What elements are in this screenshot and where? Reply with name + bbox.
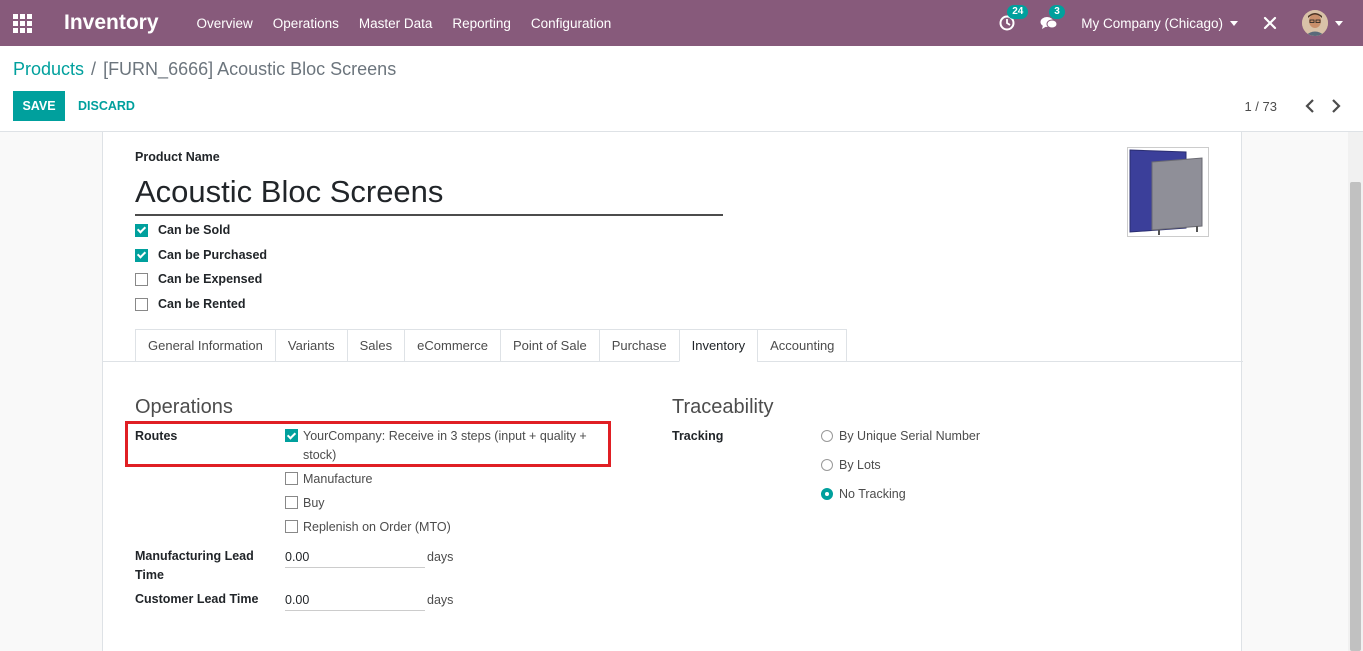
debug-tools-button[interactable] — [1260, 13, 1280, 33]
pager-previous-button[interactable] — [1303, 98, 1317, 114]
tracking-label: Tracking — [672, 429, 724, 443]
menu-overview[interactable]: Overview — [197, 16, 253, 31]
tracking-serial-radio[interactable] — [821, 430, 833, 442]
app-brand[interactable]: Inventory — [64, 11, 159, 35]
tab-sales[interactable]: Sales — [346, 329, 405, 362]
tracking-serial-label[interactable]: By Unique Serial Number — [839, 429, 980, 443]
route-manufacture-checkbox[interactable] — [285, 472, 298, 485]
chevron-left-icon — [1305, 99, 1314, 113]
main-menu: Overview Operations Master Data Reportin… — [197, 16, 632, 31]
tab-general-information[interactable]: General Information — [135, 329, 275, 362]
tab-point-of-sale[interactable]: Point of Sale — [499, 329, 599, 362]
operations-title: Operations — [135, 396, 233, 418]
company-name: My Company (Chicago) — [1081, 15, 1223, 31]
manufacturing-lead-time-unit: days — [427, 550, 454, 564]
company-switcher[interactable]: My Company (Chicago) — [1081, 16, 1238, 31]
can-be-sold-checkbox[interactable] — [135, 223, 148, 237]
chevron-right-icon — [1332, 99, 1341, 113]
route-buy-checkbox[interactable] — [285, 496, 298, 509]
manufacturing-lead-time-label: Manufacturing Lead Time — [135, 549, 254, 582]
menu-configuration[interactable]: Configuration — [531, 16, 611, 31]
notebook-tabs: General Information Variants Sales eComm… — [135, 329, 848, 362]
menu-operations[interactable]: Operations — [273, 16, 339, 31]
save-button[interactable]: SAVE — [13, 91, 65, 121]
vertical-scrollbar[interactable] — [1348, 132, 1363, 651]
pager-next-button[interactable] — [1329, 98, 1343, 114]
route-mto-label[interactable]: Replenish on Order (MTO) — [303, 518, 451, 537]
can-be-expensed-label[interactable]: Can be Expensed — [158, 272, 262, 286]
breadcrumb-current: [FURN_6666] Acoustic Bloc Screens — [103, 59, 397, 79]
can-be-purchased-label[interactable]: Can be Purchased — [158, 248, 267, 262]
avatar — [1302, 10, 1328, 36]
customer-lead-time-label: Customer Lead Time — [135, 592, 259, 606]
can-be-rented-label[interactable]: Can be Rented — [158, 297, 246, 311]
menu-reporting[interactable]: Reporting — [452, 16, 511, 31]
route-manufacture-label[interactable]: Manufacture — [303, 470, 372, 489]
can-be-sold-label[interactable]: Can be Sold — [158, 223, 230, 237]
route-buy-label[interactable]: Buy — [303, 494, 325, 513]
can-be-purchased-checkbox[interactable] — [135, 248, 148, 262]
route-receive-3-steps: YourCompany: Receive in 3 steps (input +… — [285, 427, 587, 465]
tracking-lots-option[interactable]: By Lots — [821, 458, 881, 472]
product-image[interactable] — [1127, 147, 1209, 237]
tools-icon — [1263, 16, 1277, 30]
user-menu[interactable] — [1302, 10, 1343, 36]
messages-button[interactable]: 3 — [1039, 5, 1065, 33]
scrollbar-thumb[interactable] — [1350, 182, 1361, 651]
product-name-label: Product Name — [135, 150, 220, 164]
discard-button[interactable]: DISCARD — [70, 91, 143, 121]
traceability-title: Traceability — [672, 396, 774, 418]
tracking-lots-label[interactable]: By Lots — [839, 458, 881, 472]
route-receive-3-steps-checkbox[interactable] — [285, 429, 298, 442]
control-panel: Products / [FURN_6666] Acoustic Bloc Scree… — [0, 46, 1363, 132]
can-be-purchased-row: Can be Purchased — [135, 248, 267, 262]
route-buy: Buy — [285, 494, 325, 513]
tab-variants[interactable]: Variants — [274, 329, 347, 362]
breadcrumb-products[interactable]: Products — [13, 59, 84, 79]
messages-badge: 3 — [1049, 5, 1065, 19]
form-sheet: Product Name Can be Sold Can be Purchase… — [102, 132, 1243, 651]
activity-button[interactable]: 24 — [997, 5, 1029, 33]
tracking-none-radio[interactable] — [821, 488, 833, 500]
product-name-input[interactable] — [135, 170, 723, 216]
breadcrumb: Products / [FURN_6666] Acoustic Bloc Scree… — [13, 59, 397, 79]
form-view: Product Name Can be Sold Can be Purchase… — [0, 132, 1348, 651]
tracking-serial-option[interactable]: By Unique Serial Number — [821, 429, 980, 443]
tab-inventory[interactable]: Inventory — [678, 329, 758, 362]
menu-master-data[interactable]: Master Data — [359, 16, 433, 31]
pager: 1 / 73 — [1244, 98, 1343, 114]
caret-down-icon — [1230, 20, 1238, 26]
can-be-sold-row: Can be Sold — [135, 223, 230, 237]
route-mto-checkbox[interactable] — [285, 520, 298, 533]
customer-lead-time-input[interactable] — [285, 589, 425, 611]
can-be-rented-checkbox[interactable] — [135, 297, 148, 311]
customer-lead-time-unit: days — [427, 593, 454, 607]
tab-ecommerce[interactable]: eCommerce — [404, 329, 500, 362]
pager-value[interactable]: 1 / 73 — [1244, 99, 1277, 114]
top-navbar: Inventory Overview Operations Master Dat… — [0, 0, 1363, 46]
can-be-expensed-row: Can be Expensed — [135, 272, 262, 286]
tracking-none-label[interactable]: No Tracking — [839, 487, 906, 501]
route-mto: Replenish on Order (MTO) — [285, 518, 451, 537]
manufacturing-lead-time-input[interactable] — [285, 546, 425, 568]
can-be-rented-row: Can be Rented — [135, 297, 246, 311]
caret-down-icon — [1335, 20, 1343, 26]
tracking-lots-radio[interactable] — [821, 459, 833, 471]
route-manufacture: Manufacture — [285, 470, 372, 489]
tab-accounting[interactable]: Accounting — [757, 329, 848, 362]
apps-menu-icon[interactable] — [0, 0, 44, 46]
can-be-expensed-checkbox[interactable] — [135, 272, 148, 286]
route-receive-3-steps-label[interactable]: YourCompany: Receive in 3 steps (input +… — [303, 427, 587, 465]
activity-badge: 24 — [1007, 5, 1029, 19]
tab-purchase[interactable]: Purchase — [598, 329, 679, 362]
tracking-none-option[interactable]: No Tracking — [821, 487, 906, 501]
